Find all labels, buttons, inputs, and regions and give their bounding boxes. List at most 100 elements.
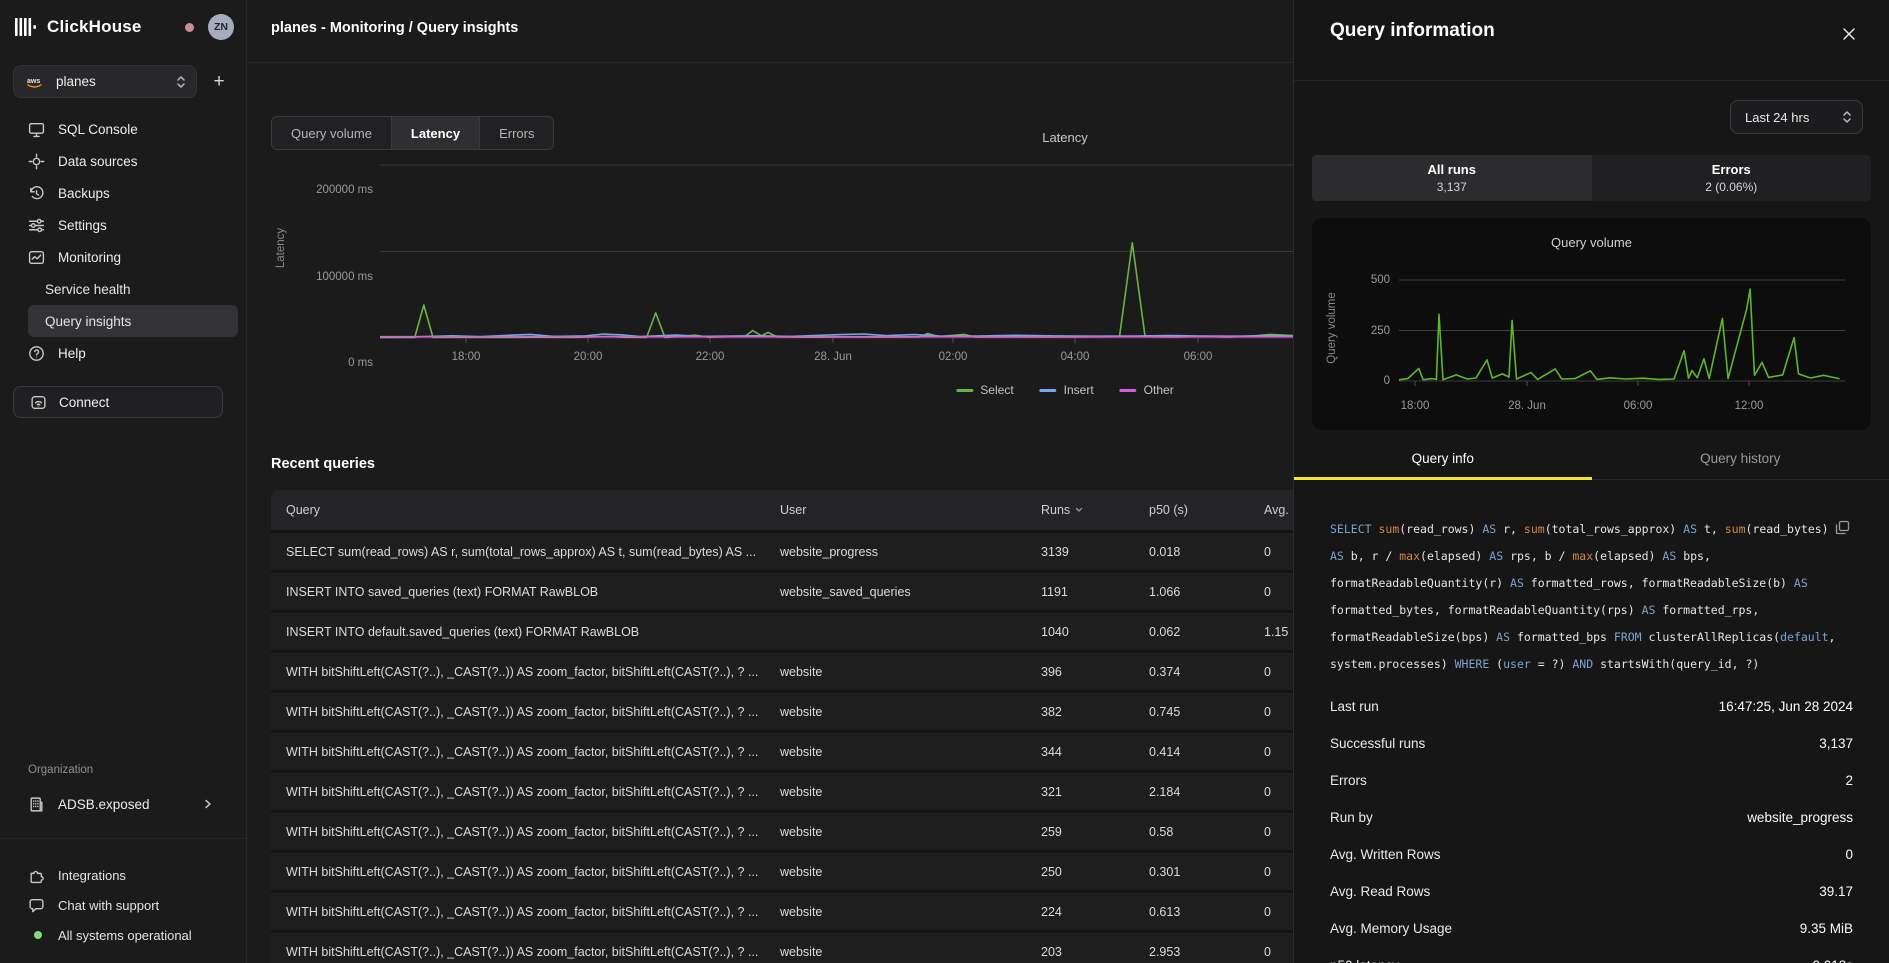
- sidebar-nav: SQL Console Data sources Backups Setting…: [0, 113, 246, 369]
- sql-token: AS: [1482, 522, 1503, 536]
- data-sources-icon: [28, 153, 45, 170]
- segment-all-runs[interactable]: All runs 3,137: [1312, 155, 1592, 201]
- latency-chart: Latency Latency 200000 ms100000 ms0 ms18…: [247, 100, 1447, 410]
- table-row[interactable]: WITH bitShiftLeft(CAST(?..), _CAST(?..))…: [271, 850, 1393, 890]
- legend-label: Select: [980, 383, 1013, 397]
- sql-token: max: [1572, 549, 1593, 563]
- time-range-select[interactable]: Last 24 hrs: [1730, 100, 1863, 134]
- integrations-item[interactable]: Integrations: [0, 860, 246, 890]
- column-header-runs[interactable]: Runs: [1041, 503, 1149, 517]
- sidebar-item-label: Monitoring: [58, 250, 121, 265]
- cell-user: website: [780, 865, 1041, 879]
- table-row[interactable]: INSERT INTO saved_queries (text) FORMAT …: [271, 570, 1393, 610]
- table-row[interactable]: WITH bitShiftLeft(CAST(?..), _CAST(?..))…: [271, 810, 1393, 850]
- sql-token: FROM: [1614, 630, 1649, 644]
- table-row[interactable]: WITH bitShiftLeft(CAST(?..), _CAST(?..))…: [271, 890, 1393, 930]
- panel-tabs: Query info Query history: [1294, 438, 1889, 480]
- sql-line: formatReadableSize(bps) AS formatted_bps…: [1330, 624, 1842, 651]
- svg-text:aws: aws: [27, 76, 40, 84]
- cell-query: INSERT INTO saved_queries (text) FORMAT …: [271, 585, 780, 599]
- cell-p50: 2.953: [1149, 945, 1264, 959]
- sql-token: user: [1503, 657, 1531, 671]
- detail-label: Avg. Read Rows: [1330, 884, 1430, 899]
- copy-icon[interactable]: [1835, 518, 1853, 536]
- cell-user: website: [780, 945, 1041, 959]
- sql-token: (elapsed): [1593, 549, 1662, 563]
- sql-token: formatReadableSize(bps): [1330, 630, 1496, 644]
- column-header-query[interactable]: Query: [271, 503, 780, 517]
- table-row[interactable]: WITH bitShiftLeft(CAST(?..), _CAST(?..))…: [271, 730, 1393, 770]
- sql-token: formatReadableQuantity(r): [1330, 576, 1510, 590]
- column-header-p50[interactable]: p50 (s): [1149, 503, 1264, 517]
- clickhouse-logo-icon: [14, 19, 38, 36]
- axis-tick-label: 18:00: [424, 349, 508, 365]
- sidebar: ClickHouse ZN aws planes + SQL Console: [0, 0, 247, 963]
- legend-item[interactable]: Other: [1120, 383, 1174, 397]
- segment-errors[interactable]: Errors 2 (0.06%): [1592, 155, 1872, 201]
- detail-label: Errors: [1330, 773, 1367, 788]
- organization-item[interactable]: ADSB.exposed: [0, 788, 246, 820]
- detail-label: p50 latency: [1330, 958, 1399, 963]
- table-row[interactable]: WITH bitShiftLeft(CAST(?..), _CAST(?..))…: [271, 930, 1393, 963]
- chevron-right-icon: [202, 798, 214, 810]
- axis-tick-label: 500: [1350, 272, 1390, 288]
- backups-icon: [28, 185, 45, 202]
- sidebar-item-monitoring[interactable]: Monitoring: [0, 241, 246, 273]
- axis-tick-label: 0: [1350, 373, 1390, 389]
- monitoring-icon: [28, 249, 45, 266]
- table-row[interactable]: WITH bitShiftLeft(CAST(?..), _CAST(?..))…: [271, 650, 1393, 690]
- workspace-name: planes: [56, 74, 96, 89]
- sidebar-item-sql-console[interactable]: SQL Console: [0, 113, 246, 145]
- avatar[interactable]: ZN: [208, 14, 234, 40]
- sql-line: AS b, r / max(elapsed) AS rps, b / max(e…: [1330, 543, 1842, 570]
- latency-plot[interactable]: [380, 140, 1293, 350]
- time-range-value: Last 24 hrs: [1745, 110, 1809, 125]
- legend-item[interactable]: Insert: [1040, 383, 1094, 397]
- axis-tick-label: 20:00: [546, 349, 630, 365]
- cell-query: SELECT sum(read_rows) AS r, sum(total_ro…: [271, 545, 780, 559]
- connect-button[interactable]: Connect: [13, 386, 223, 418]
- chart-legend: Select Insert Other: [956, 383, 1173, 397]
- tab-query-history[interactable]: Query history: [1592, 438, 1889, 479]
- workspace-selector[interactable]: aws planes: [13, 65, 197, 98]
- column-header-user[interactable]: User: [780, 503, 1041, 517]
- cell-query: WITH bitShiftLeft(CAST(?..), _CAST(?..))…: [271, 665, 780, 679]
- cell-runs: 259: [1041, 825, 1149, 839]
- table-row[interactable]: SELECT sum(read_rows) AS r, sum(total_ro…: [271, 530, 1393, 570]
- close-icon[interactable]: [1837, 22, 1861, 46]
- legend-item[interactable]: Select: [956, 383, 1013, 397]
- chat-icon: [28, 897, 45, 914]
- add-service-button[interactable]: +: [205, 68, 233, 96]
- sidebar-item-label: Help: [58, 346, 86, 361]
- table-row[interactable]: INSERT INTO default.saved_queries (text)…: [271, 610, 1393, 650]
- puzzle-icon: [28, 867, 45, 884]
- cell-p50: 0.062: [1149, 625, 1264, 639]
- sidebar-item-settings[interactable]: Settings: [0, 209, 246, 241]
- sql-token: AND: [1572, 657, 1600, 671]
- cell-user: website_progress: [780, 545, 1041, 559]
- mini-chart-title: Query volume: [1312, 235, 1871, 250]
- sql-token: (read_bytes): [1746, 522, 1829, 536]
- sql-token: AS: [1496, 630, 1517, 644]
- detail-value: 16:47:25, Jun 28 2024: [1719, 699, 1853, 714]
- legend-label: Other: [1144, 383, 1174, 397]
- detail-row: Errors2: [1330, 762, 1853, 799]
- cell-runs: 321: [1041, 785, 1149, 799]
- sql-token: sum: [1725, 522, 1746, 536]
- sidebar-item-query-insights[interactable]: Query insights: [28, 305, 238, 337]
- sidebar-item-data-sources[interactable]: Data sources: [0, 145, 246, 177]
- system-status-item[interactable]: All systems operational: [0, 920, 246, 950]
- query-volume-plot[interactable]: [1399, 270, 1845, 392]
- axis-tick-label: 250: [1350, 323, 1390, 339]
- sidebar-divider: [0, 838, 246, 839]
- chat-support-item[interactable]: Chat with support: [0, 890, 246, 920]
- sidebar-item-backups[interactable]: Backups: [0, 177, 246, 209]
- sidebar-item-help[interactable]: Help: [0, 337, 246, 369]
- table-row[interactable]: WITH bitShiftLeft(CAST(?..), _CAST(?..))…: [271, 770, 1393, 810]
- detail-row: p50 latency0.018s: [1330, 947, 1853, 963]
- sidebar-item-service-health[interactable]: Service health: [28, 273, 238, 305]
- tab-query-info[interactable]: Query info: [1294, 438, 1592, 479]
- status-dot: [28, 927, 45, 944]
- notification-dot[interactable]: [185, 23, 194, 32]
- table-row[interactable]: WITH bitShiftLeft(CAST(?..), _CAST(?..))…: [271, 690, 1393, 730]
